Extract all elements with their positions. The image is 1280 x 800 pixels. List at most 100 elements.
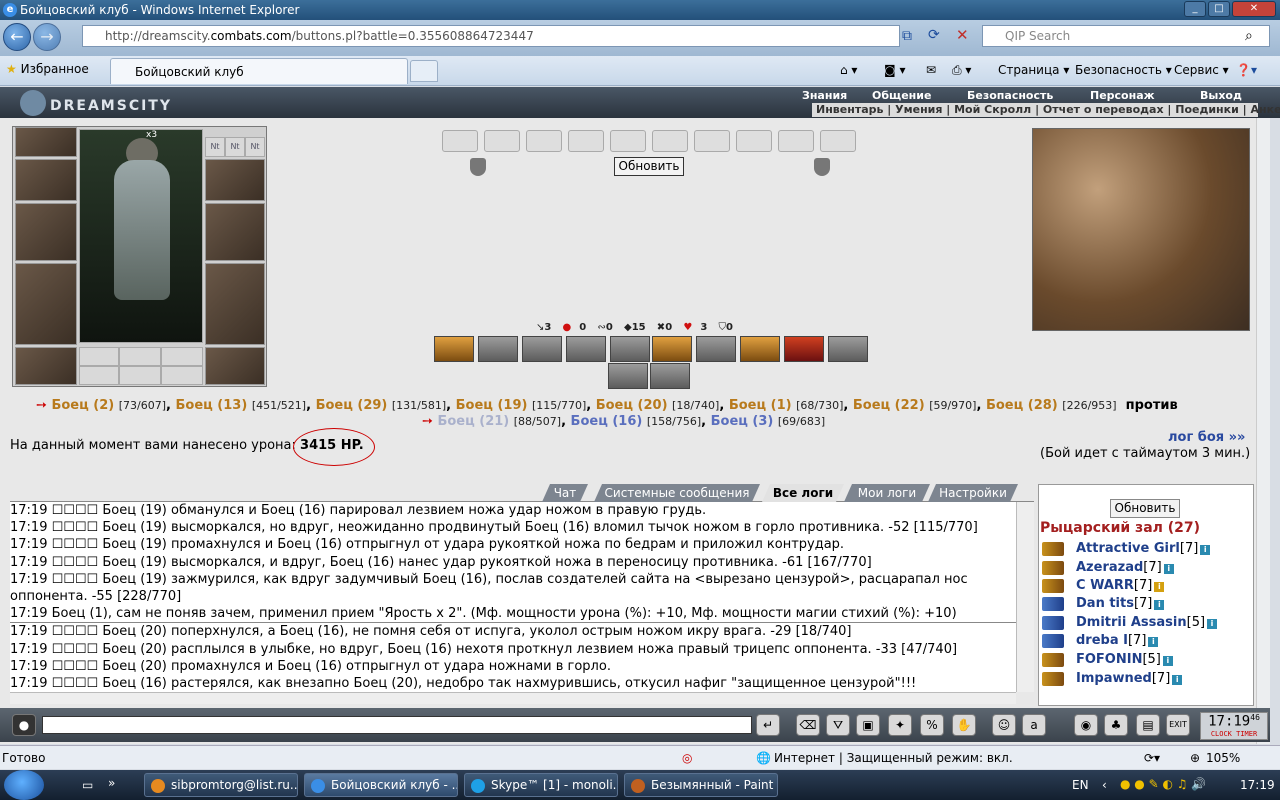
save-icon[interactable]: ▣: [856, 714, 880, 736]
mail-icon[interactable]: ✉: [926, 63, 936, 77]
effect-slot[interactable]: [442, 130, 478, 152]
fighter-name[interactable]: Боец (20): [596, 398, 668, 413]
tab-all-logs[interactable]: Все логи: [762, 484, 844, 502]
menu-exit[interactable]: Выход: [1200, 89, 1242, 102]
fighter-name[interactable]: Боец (19): [456, 398, 528, 413]
tab-chat[interactable]: Чат: [542, 484, 588, 502]
info-icon[interactable]: i: [1163, 564, 1174, 574]
back-button[interactable]: ←: [3, 23, 31, 51]
effect-slot[interactable]: [736, 130, 772, 152]
skill-8[interactable]: [740, 336, 780, 362]
skill-10[interactable]: [828, 336, 868, 362]
percent-icon[interactable]: %: [920, 714, 944, 736]
slot-empty-4[interactable]: [79, 366, 119, 385]
eraser-icon[interactable]: ⌫: [796, 714, 820, 736]
fighter-name[interactable]: Боец (13): [175, 398, 247, 413]
info-icon[interactable]: i: [1162, 656, 1173, 666]
menu-page[interactable]: Страница ▾: [998, 63, 1069, 77]
user-name[interactable]: dreba I: [1076, 633, 1128, 648]
user-entry[interactable]: FOFONIN[5] i: [1076, 652, 1173, 667]
ring-3[interactable]: Nt: [245, 137, 265, 157]
user-name[interactable]: Azerazad: [1076, 560, 1143, 575]
tab-my-logs[interactable]: Мои логи: [844, 484, 930, 502]
refresh-icon[interactable]: ⟳: [928, 27, 940, 43]
user-name[interactable]: Dan tits: [1076, 596, 1134, 611]
menu-knowledge[interactable]: Знания: [802, 89, 847, 102]
fighter-name[interactable]: Боец (1): [729, 398, 792, 413]
zoom-icon[interactable]: ⊕: [1190, 746, 1200, 770]
user-entry[interactable]: C WARR[7] i: [1076, 578, 1165, 593]
tab-settings[interactable]: Настройки: [928, 484, 1018, 502]
slot-empty-1[interactable]: [79, 347, 119, 366]
minimize-button[interactable]: _: [1184, 1, 1206, 17]
fighter-name[interactable]: Боец (3): [711, 414, 774, 429]
effect-slot[interactable]: [610, 130, 646, 152]
user-entry[interactable]: Azerazad[7] i: [1076, 560, 1174, 575]
smiley-icon[interactable]: ☺: [992, 714, 1016, 736]
favorites-button[interactable]: ★ Избранное: [6, 62, 89, 76]
print-icon[interactable]: ⎙ ▾: [952, 63, 971, 78]
effect-slot[interactable]: [526, 130, 562, 152]
effect-slot[interactable]: [484, 130, 520, 152]
game-submenu[interactable]: Инвентарь | Умения | Мой Скролл | Отчет …: [812, 103, 1280, 117]
zoom-level[interactable]: 105%: [1206, 746, 1240, 770]
menu-communication[interactable]: Общение: [872, 89, 931, 102]
start-button[interactable]: [4, 770, 44, 800]
search-input[interactable]: QIP Search: [982, 25, 1270, 47]
search-icon[interactable]: ⌕: [1245, 28, 1253, 44]
menu-tools[interactable]: Сервис ▾: [1174, 63, 1229, 77]
menu-safety[interactable]: Безопасность: [967, 89, 1053, 102]
slot-shield[interactable]: [205, 203, 265, 261]
home-icon[interactable]: ⌂ ▾: [840, 63, 857, 77]
skill-5[interactable]: [610, 336, 650, 362]
security-zone[interactable]: Интернет | Защищенный режим: вкл.: [774, 746, 1013, 770]
task-fight-club[interactable]: Бойцовский клуб - ...: [304, 773, 458, 797]
effect-slot[interactable]: [778, 130, 814, 152]
stop-icon[interactable]: ✕: [956, 26, 969, 44]
tray-icons[interactable]: ● ● ✎ ◐ ♫ 🔊: [1120, 777, 1206, 791]
lock-icon[interactable]: ▤: [1136, 714, 1160, 736]
tray-clock[interactable]: 17:19: [1240, 778, 1275, 792]
bag-icon[interactable]: ◉: [1074, 714, 1098, 736]
tab-fight-club[interactable]: Бойцовский клуб: [110, 58, 408, 84]
skill-4[interactable]: [566, 336, 606, 362]
page-scrollbar[interactable]: [1256, 118, 1270, 744]
forward-button[interactable]: →: [33, 23, 61, 51]
address-bar[interactable]: http://dreamscity.combats.com/buttons.pl…: [82, 25, 900, 47]
fighter-name[interactable]: Боец (21): [437, 414, 509, 429]
menu-character[interactable]: Персонаж: [1090, 89, 1155, 102]
task-thunderbird[interactable]: sibpromtorg@list.ru...: [144, 773, 298, 797]
user-entry[interactable]: dreba I[7] i: [1076, 633, 1159, 648]
skill-7[interactable]: [696, 336, 736, 362]
log-horizontal-scrollbar[interactable]: [10, 692, 1016, 704]
fighter-name[interactable]: Боец (2): [51, 398, 114, 413]
slot-legs[interactable]: [205, 263, 265, 345]
chat-bubble-icon[interactable]: ●: [12, 714, 36, 736]
rss-icon[interactable]: ◙ ▾: [884, 63, 905, 77]
fighter-name[interactable]: Боец (29): [316, 398, 388, 413]
user-name[interactable]: Impawned: [1076, 671, 1152, 686]
info-icon[interactable]: i: [1172, 675, 1183, 685]
refresh-room-button[interactable]: Обновить: [1110, 499, 1180, 518]
menu-security[interactable]: Безопасность ▾: [1075, 63, 1172, 77]
show-desktop-icon[interactable]: ▭: [82, 778, 93, 792]
tab-system-messages[interactable]: Системные сообщения: [594, 484, 760, 502]
ring-2[interactable]: Nt: [225, 137, 245, 157]
slot-earrings[interactable]: [15, 127, 77, 157]
close-button[interactable]: ✕: [1232, 1, 1276, 17]
slot-empty-2[interactable]: [119, 347, 161, 366]
log-scrollbar[interactable]: [1016, 502, 1034, 692]
language-indicator[interactable]: EN: [1072, 778, 1089, 792]
maximize-button[interactable]: □: [1208, 1, 1230, 17]
quicklaunch-more-icon[interactable]: »: [108, 776, 115, 790]
slot-boots[interactable]: [205, 347, 265, 385]
skill-1[interactable]: [434, 336, 474, 362]
tray-arrow-icon[interactable]: ‹: [1102, 778, 1107, 792]
info-icon[interactable]: i: [1200, 545, 1211, 555]
task-skype[interactable]: Skype™ [1] - monoli...: [464, 773, 618, 797]
fighter-icon[interactable]: ✦: [888, 714, 912, 736]
info-icon[interactable]: i: [1154, 600, 1165, 610]
help-icon[interactable]: ❓▾: [1236, 63, 1257, 77]
slot-armor[interactable]: [15, 263, 77, 345]
chat-input[interactable]: [42, 716, 752, 734]
